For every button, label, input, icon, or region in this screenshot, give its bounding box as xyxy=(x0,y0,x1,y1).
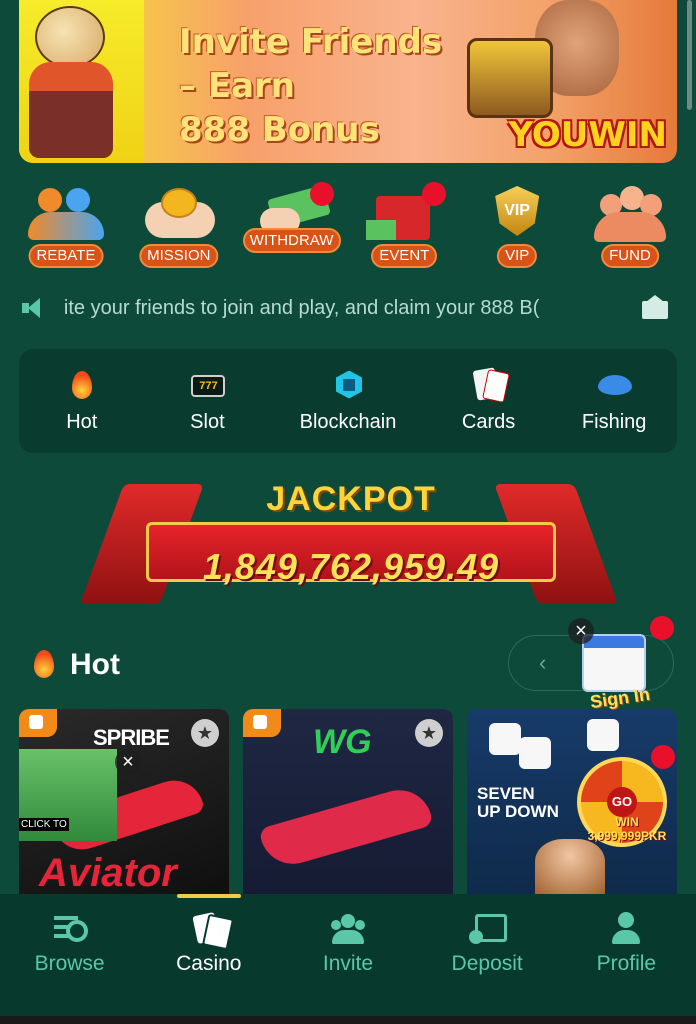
section-title: Hot xyxy=(70,648,120,681)
blockchain-cube-icon xyxy=(332,369,364,401)
nav-label: Browse xyxy=(34,952,105,975)
nav-casino[interactable]: Casino xyxy=(144,912,274,976)
nav-browse[interactable]: Browse xyxy=(5,912,135,976)
category-blockchain[interactable]: Blockchain xyxy=(273,369,423,434)
nav-profile[interactable]: Profile xyxy=(561,912,691,976)
ad-overlay[interactable]: CLICK TO xyxy=(19,749,117,841)
hot-games-row: SPRIBE Aviator CLICK TO × ★ WG ★ SEVEN U… xyxy=(19,709,677,895)
notification-dot xyxy=(309,182,334,206)
provider-logo: WG xyxy=(313,723,372,761)
jackpot-amount: 1,849,762,959.49 xyxy=(202,546,500,587)
category-label: Hot xyxy=(66,410,98,433)
nav-label: Casino xyxy=(176,952,242,975)
system-bottom-bar xyxy=(0,1016,696,1024)
profile-user-icon xyxy=(608,912,644,946)
flame-icon xyxy=(28,648,54,682)
signin-widget[interactable]: Sign In × xyxy=(568,616,676,716)
active-tab-indicator xyxy=(177,894,241,898)
close-ad-icon[interactable]: × xyxy=(115,749,141,775)
nav-label: Profile xyxy=(596,952,657,975)
dice-image xyxy=(489,723,521,755)
ad-click-text: CLICK TO xyxy=(19,818,69,831)
nav-label: Deposit xyxy=(451,952,523,975)
quick-action-fund[interactable]: FUND xyxy=(578,184,682,268)
quick-action-vip[interactable]: VIP VIP xyxy=(465,184,569,268)
dealer-image xyxy=(535,839,605,895)
promo-banner[interactable]: Invite Friends – Earn 888 Bonus YOUWIN xyxy=(19,0,677,163)
fish-icon xyxy=(598,369,633,401)
invite-people-icon xyxy=(330,912,366,946)
leopard-mascot-image xyxy=(19,0,144,163)
speaker-icon xyxy=(20,296,44,320)
game-title: Aviator xyxy=(39,851,177,895)
jackpot-banner: JACKPOT 1,849,762,959.49 xyxy=(80,478,618,620)
playing-cards-icon xyxy=(472,366,510,403)
browse-search-icon xyxy=(52,912,88,946)
provider-label: SPRIBE xyxy=(93,725,170,750)
quick-actions-row: REBATE MISSION WITHDRAW EVENT VIP VIP FU… xyxy=(14,182,682,268)
jackpot-label: JACKPOT xyxy=(266,480,436,518)
chevron-left-icon[interactable]: ‹ xyxy=(539,650,546,676)
quick-action-label: VIP xyxy=(497,244,538,268)
quick-action-label: EVENT xyxy=(371,244,438,268)
mail-icon[interactable] xyxy=(640,295,670,321)
quick-action-label: MISSION xyxy=(139,244,219,268)
plane-image xyxy=(258,782,434,872)
nav-label: Invite xyxy=(322,952,374,975)
notification-dot xyxy=(650,616,674,640)
game-card-aviator[interactable]: SPRIBE Aviator CLICK TO × ★ xyxy=(19,709,229,895)
nav-deposit[interactable]: Deposit xyxy=(422,912,552,976)
thumbs-up-icon xyxy=(243,709,281,737)
favorite-star-icon[interactable]: ★ xyxy=(191,719,219,747)
dice-image xyxy=(519,737,551,769)
quick-action-event[interactable]: EVENT xyxy=(352,182,456,268)
category-label: Cards xyxy=(461,410,516,433)
calendar-icon xyxy=(582,634,646,692)
thumbs-up-icon xyxy=(19,709,57,737)
pirate-treasure-image: YOUWIN xyxy=(467,0,667,163)
favorite-star-icon[interactable]: ★ xyxy=(415,719,443,747)
mission-icon xyxy=(139,184,219,246)
casino-cards-icon xyxy=(191,912,227,946)
category-fishing[interactable]: Fishing xyxy=(554,369,674,434)
wheel-go-button[interactable]: GO xyxy=(607,787,637,817)
bottom-navigation: Browse Casino Invite Deposit Profile xyxy=(0,894,696,1016)
quick-action-label: WITHDRAW xyxy=(242,228,341,253)
fund-icon xyxy=(590,184,670,246)
announcement-marquee: ite your friends to join and play, and c… xyxy=(20,290,670,326)
nav-invite[interactable]: Invite xyxy=(283,912,413,976)
vip-icon: VIP xyxy=(477,184,557,246)
quick-action-rebate[interactable]: REBATE xyxy=(14,184,118,268)
page-scrollbar[interactable] xyxy=(687,0,692,110)
rebate-icon xyxy=(26,184,106,246)
slot-777-icon: 777 xyxy=(191,369,226,401)
notification-dot xyxy=(651,745,675,769)
announcement-text: ite your friends to join and play, and c… xyxy=(63,296,540,319)
quick-action-mission[interactable]: MISSION xyxy=(127,184,231,268)
category-slot[interactable]: 777 Slot xyxy=(147,369,267,434)
category-label: Slot xyxy=(190,410,225,433)
quick-action-withdraw[interactable]: WITHDRAW xyxy=(240,182,344,268)
category-label: Blockchain xyxy=(299,410,397,433)
flame-icon xyxy=(66,369,98,401)
category-label: Fishing xyxy=(581,410,647,433)
dice-image xyxy=(587,719,619,751)
close-icon[interactable]: × xyxy=(568,618,594,644)
game-card-wg[interactable]: WG ★ xyxy=(243,709,453,895)
game-title: SEVEN UP DOWN xyxy=(477,784,559,821)
game-card-seven-up-down[interactable]: SEVEN UP DOWN GO WIN 3,999,999PKR xyxy=(467,709,677,895)
brand-logo: YOUWIN xyxy=(508,115,667,155)
quick-action-label: FUND xyxy=(601,244,659,268)
banner-title: Invite Friends – Earn 888 Bonus xyxy=(179,22,443,150)
deposit-wallet-icon xyxy=(469,912,508,946)
quick-action-label: REBATE xyxy=(28,244,104,268)
wheel-win-text: WIN 3,999,999PKR xyxy=(587,815,667,843)
hot-section-header: Hot xyxy=(28,645,120,685)
category-hot[interactable]: Hot xyxy=(22,369,142,434)
game-categories: Hot 777 Slot Blockchain Cards Fishing xyxy=(19,349,677,453)
category-cards[interactable]: Cards xyxy=(429,366,549,434)
